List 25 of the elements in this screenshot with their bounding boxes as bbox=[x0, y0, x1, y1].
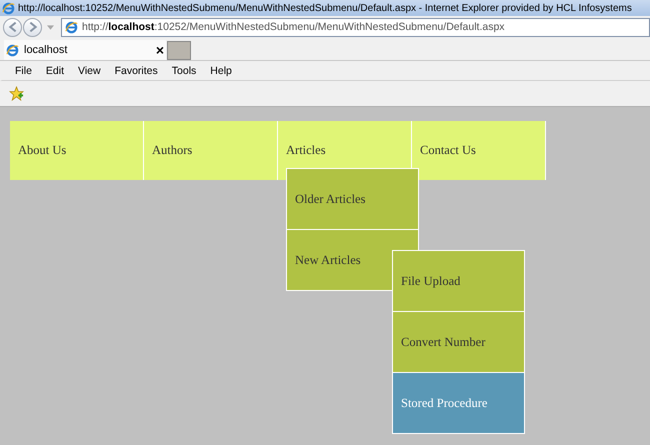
menu-item[interactable]: Help bbox=[203, 64, 239, 76]
window-title: http://localhost:10252/MenuWithNestedSubmenu/MenuWithNestedSubmenu/Default.aspx - Internet Explorer provided by HCL Infosystems bbox=[18, 2, 632, 14]
browser-logo-icon bbox=[2, 2, 15, 14]
address-field[interactable]: http://localhost:10252/MenuWithNestedSubmenu/MenuWithNestedSubmenu/Default.aspx bbox=[61, 18, 650, 36]
menu-item[interactable]: Edit bbox=[38, 64, 72, 76]
close-tab-button[interactable]: × bbox=[154, 43, 166, 57]
page-icon bbox=[65, 20, 78, 34]
submenu-item[interactable]: File Upload bbox=[393, 251, 524, 312]
page-icon bbox=[6, 44, 19, 56]
menu-item[interactable]: View bbox=[71, 64, 108, 76]
new-tab-button[interactable] bbox=[167, 41, 191, 60]
tab-label: localhost bbox=[24, 44, 68, 56]
dropdown-caret-icon[interactable] bbox=[47, 24, 54, 30]
submenu-item[interactable]: Convert Number bbox=[393, 312, 524, 373]
menu-item[interactable]: About Us bbox=[10, 121, 144, 180]
back-button[interactable] bbox=[3, 18, 22, 36]
menu-item[interactable]: Authors bbox=[144, 121, 278, 180]
favorites-star-icon[interactable] bbox=[9, 86, 24, 101]
menu-item[interactable]: Contact Us bbox=[412, 121, 546, 180]
menu-item[interactable]: Favorites bbox=[108, 64, 165, 76]
browser-tab[interactable]: localhost × bbox=[4, 40, 166, 60]
menu-item[interactable]: Tools bbox=[164, 64, 204, 76]
menu-item[interactable]: File bbox=[8, 64, 39, 76]
url-text: http://localhost:10252/MenuWithNestedSubmenu/MenuWithNestedSubmenu/Default.aspx bbox=[82, 21, 505, 33]
forward-button[interactable] bbox=[23, 18, 42, 36]
